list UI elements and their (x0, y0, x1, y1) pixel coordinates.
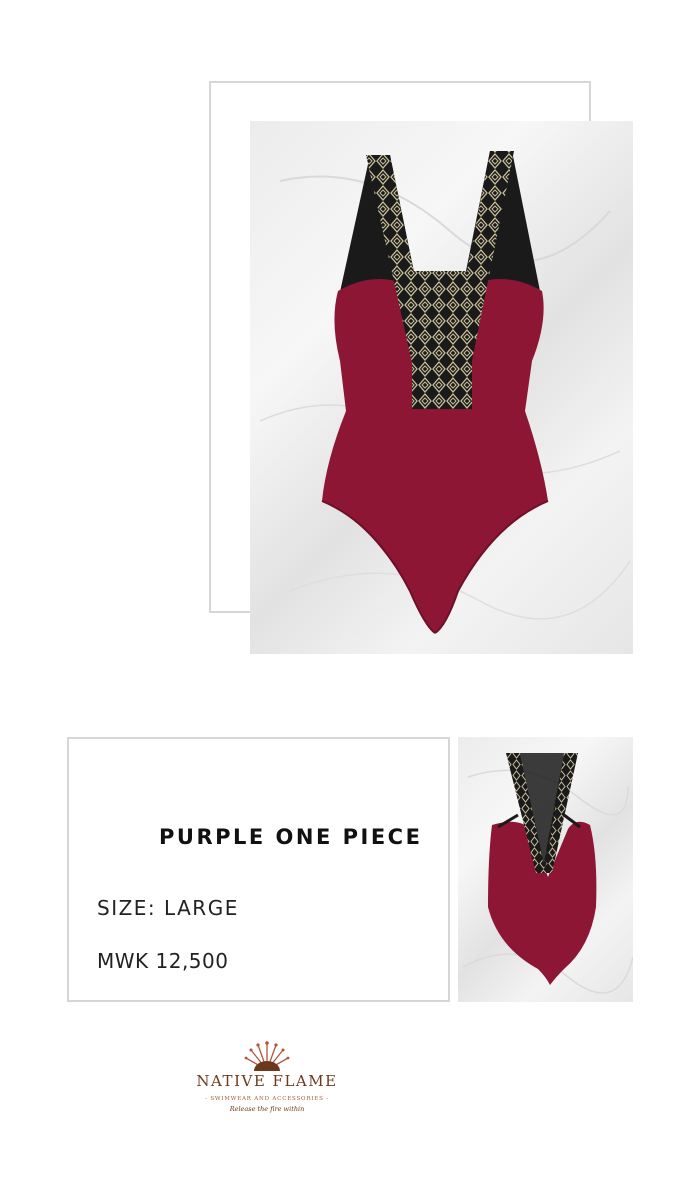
sunburst-logo-icon (244, 1041, 290, 1071)
product-photo-back (458, 737, 633, 1002)
swimsuit-back-illustration (462, 753, 633, 994)
swimsuit-front-illustration (259, 151, 631, 634)
brand-name: NATIVE FLAME (196, 1072, 338, 1090)
product-size: SIZE: LARGE (97, 896, 239, 920)
product-price: MWK 12,500 (97, 949, 229, 973)
brand-logo: NATIVE FLAME - SWIMWEAR AND ACCESSORIES … (182, 1040, 352, 1120)
brand-tagline: Release the fire within (229, 1105, 305, 1113)
product-title: PURPLE ONE PIECE (159, 825, 423, 849)
product-photo-front (250, 121, 633, 654)
product-info-card: PURPLE ONE PIECE SIZE: LARGE MWK 12,500 (67, 737, 450, 1002)
brand-subtitle: - SWIMWEAR AND ACCESSORIES - (205, 1096, 329, 1102)
